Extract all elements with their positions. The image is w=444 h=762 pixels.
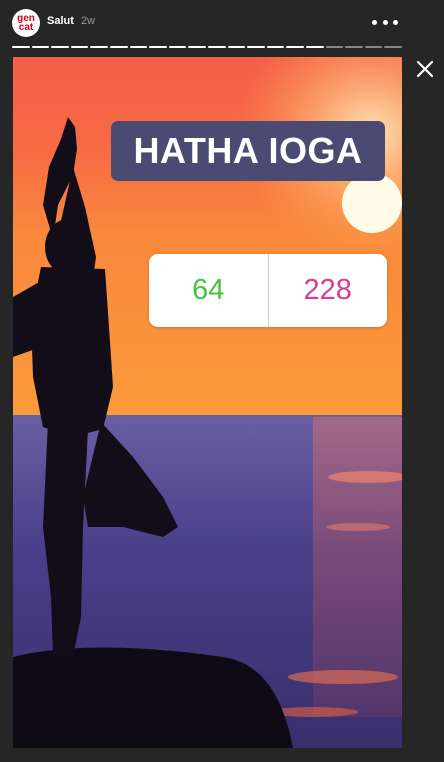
avatar-text-line2: cat (18, 22, 34, 33)
progress-segment (305, 46, 324, 48)
progress-segment (188, 46, 206, 48)
progress-segment (286, 46, 304, 48)
progress-segment (51, 46, 69, 48)
progress-segment (325, 46, 344, 48)
username[interactable]: Salut (47, 15, 74, 27)
post-time: 2w (81, 15, 96, 27)
progress-segment (364, 46, 383, 48)
poll-option-right[interactable]: 228 (269, 254, 388, 327)
story-image[interactable]: HATHA IOGA 64 228 (13, 57, 402, 748)
progress-segment (109, 46, 128, 48)
progress-segment (384, 46, 402, 48)
story-header: gen cat Salut 2w (0, 0, 444, 56)
progress-segment (12, 46, 30, 48)
progress-segment (70, 46, 89, 48)
progress-segment (31, 46, 50, 48)
progress-segment (207, 46, 226, 48)
close-icon[interactable] (414, 58, 436, 80)
progress-segment (227, 46, 246, 48)
progress-segment (266, 46, 285, 48)
avatar[interactable]: gen cat (12, 9, 40, 37)
more-horizontal-icon[interactable] (372, 14, 398, 30)
poll-option-left[interactable]: 64 (149, 254, 268, 327)
progress-segment (345, 46, 363, 48)
story-progress-bar (12, 46, 402, 49)
progress-segment (90, 46, 108, 48)
progress-segment (129, 46, 148, 48)
progress-segment (247, 46, 265, 48)
story-title: HATHA IOGA (111, 121, 385, 181)
progress-segment (168, 46, 187, 48)
progress-segment (149, 46, 167, 48)
poll-sticker: 64 228 (149, 254, 387, 327)
